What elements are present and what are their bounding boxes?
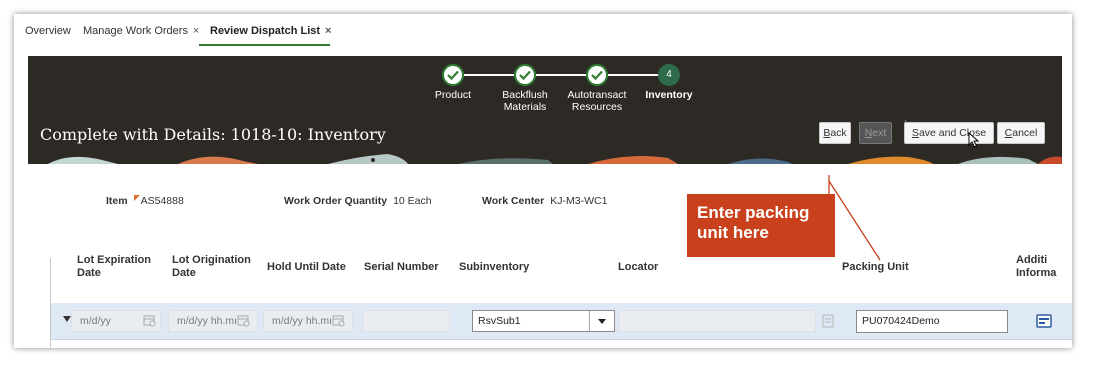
item-value: AS54888 — [140, 195, 184, 207]
item-detail: Item AS54888 — [106, 195, 184, 207]
callout-line1: Enter packing — [697, 203, 810, 222]
serial-number-input[interactable] — [362, 310, 450, 332]
col-label-line1: Additi — [1016, 254, 1048, 266]
quantity-value: 10 Each — [393, 195, 432, 207]
train-stops: Product Backflush Materials Autotransact… — [28, 56, 1062, 118]
locator-input[interactable] — [618, 310, 816, 332]
col-label-line1: Lot Expiration — [77, 254, 151, 266]
train-connector — [608, 74, 660, 76]
page-header: Product Backflush Materials Autotransact… — [28, 56, 1062, 164]
chevron-down-icon[interactable] — [589, 311, 614, 331]
button-label: ancel — [1012, 127, 1038, 139]
cancel-button[interactable]: Cancel — [997, 122, 1045, 144]
button-label: ext — [872, 127, 887, 139]
subinventory-value: RsvSub1 — [478, 315, 521, 327]
tab-label: Overview — [25, 25, 71, 37]
step-inventory-number: 4 — [658, 64, 680, 86]
mouse-cursor-icon — [968, 132, 980, 148]
decorative-banner — [28, 151, 1062, 164]
subinventory-select[interactable]: RsvSub1 — [472, 310, 615, 332]
col-hold-until-date[interactable]: Hold Until Date — [267, 261, 346, 274]
calendar-icon[interactable] — [237, 314, 250, 327]
col-additional-information[interactable]: Additi Informa — [1016, 254, 1056, 280]
quantity-label: Work Order Quantity — [284, 195, 388, 207]
col-subinventory[interactable]: Subinventory — [459, 261, 529, 274]
work-center-value: KJ-M3-WC1 — [550, 195, 608, 207]
packing-unit-input[interactable]: PU070424Demo — [856, 310, 1008, 333]
col-label-line2: Date — [77, 267, 101, 279]
flag-icon — [133, 195, 140, 201]
tab-manage-work-orders[interactable]: Manage Work Orders × — [83, 25, 199, 37]
work-order-quantity-detail: Work Order Quantity 10 Each — [284, 195, 432, 207]
step-label-line1: Inventory — [645, 89, 693, 101]
save-and-close-button[interactable]: Save and Close — [904, 122, 994, 144]
col-label-line2: Informa — [1016, 267, 1057, 279]
step-inventory-label: Inventory — [632, 89, 706, 101]
step-label-line1: Backflush — [502, 89, 548, 101]
col-packing-unit[interactable]: Packing Unit — [842, 261, 909, 274]
step-product-label[interactable]: Product — [424, 89, 482, 101]
row-expand-icon[interactable] — [63, 316, 71, 322]
instruction-callout: Enter packing unit here — [687, 194, 835, 257]
step-backflush-check-icon[interactable] — [514, 64, 536, 86]
step-autotransact-check-icon[interactable] — [586, 64, 608, 86]
work-center-detail: Work Center KJ-M3-WC1 — [482, 195, 607, 207]
step-label-line2: Materials — [503, 101, 547, 113]
callout-line2: unit here — [697, 223, 769, 242]
col-label-line2: Date — [172, 267, 196, 279]
close-icon[interactable]: × — [193, 25, 199, 37]
tab-label: Review Dispatch List — [210, 25, 321, 37]
close-icon[interactable]: × — [325, 25, 331, 37]
col-lot-expiration-date[interactable]: Lot Expiration Date — [77, 254, 151, 280]
access-key: S — [911, 127, 919, 139]
step-backflush-label[interactable]: Backflush Materials — [490, 89, 560, 113]
calendar-icon[interactable] — [143, 314, 156, 327]
step-label-line1: Product — [434, 89, 472, 101]
active-tab-indicator — [199, 44, 330, 46]
tab-label: Manage Work Orders — [83, 25, 188, 37]
tab-bar: Overview Manage Work Orders × Review Disp… — [14, 14, 1072, 48]
col-lot-origination-date[interactable]: Lot Origination Date — [172, 254, 251, 280]
window: Overview Manage Work Orders × Review Disp… — [14, 14, 1072, 348]
page-title: Complete with Details: 1018-10: Inventor… — [40, 125, 386, 144]
tab-review-dispatch-list[interactable]: Review Dispatch List × — [210, 25, 331, 37]
col-serial-number[interactable]: Serial Number — [364, 261, 439, 274]
step-label-line1: Autotransact — [567, 89, 627, 101]
locator-search-icon[interactable] — [822, 314, 834, 328]
step-autotransact-label[interactable]: Autotransact Resources — [556, 89, 638, 113]
work-center-label: Work Center — [482, 195, 545, 207]
tab-overview[interactable]: Overview — [25, 25, 71, 37]
col-locator[interactable]: Locator — [618, 261, 658, 274]
row-divider — [51, 339, 1072, 340]
additional-information-icon[interactable] — [1036, 313, 1052, 329]
train-connector — [536, 74, 588, 76]
item-label: Item — [106, 195, 128, 207]
step-label-line2: Resources — [571, 101, 623, 113]
button-label: ack — [830, 127, 847, 139]
next-button[interactable]: Next — [859, 122, 892, 144]
train-connector — [464, 74, 514, 76]
col-label-line1: Lot Origination — [172, 254, 251, 266]
back-button[interactable]: Back — [819, 122, 851, 144]
step-product-check-icon[interactable] — [442, 64, 464, 86]
calendar-icon[interactable] — [332, 314, 345, 327]
